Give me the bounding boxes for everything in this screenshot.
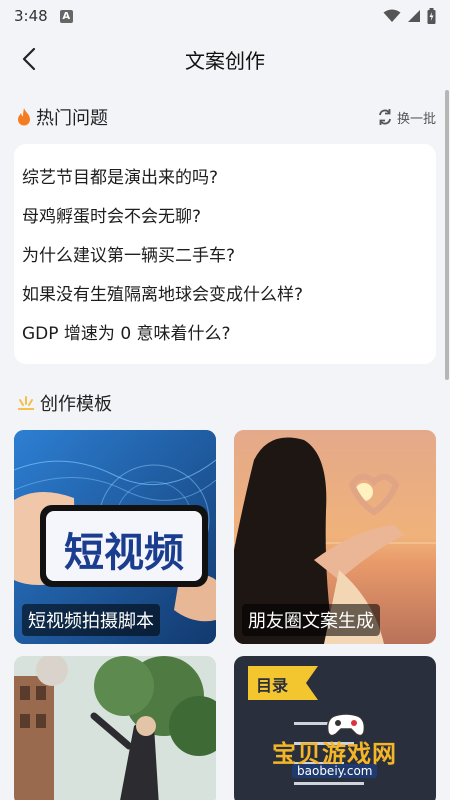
chevron-left-icon bbox=[22, 47, 36, 71]
outline-art-text: 目录 bbox=[256, 676, 289, 695]
battery-icon bbox=[427, 8, 436, 24]
watermark-sub: baobeiy.com bbox=[292, 764, 378, 778]
templates-title: 创作模板 bbox=[40, 394, 112, 415]
refresh-button[interactable]: 换一批 bbox=[377, 108, 436, 127]
wifi-icon bbox=[383, 9, 401, 22]
page-title: 文案创作 bbox=[185, 48, 265, 73]
question-item[interactable]: 为什么建议第一辆买二手车? bbox=[22, 234, 428, 273]
sparkle-icon bbox=[18, 396, 34, 410]
template-card-street[interactable] bbox=[14, 656, 216, 800]
status-bar: 3:48 A bbox=[0, 0, 450, 32]
short-video-art-text: 短视频 bbox=[64, 530, 184, 576]
templates-header: 创作模板 bbox=[16, 388, 436, 418]
signal-icon bbox=[408, 10, 420, 22]
question-item[interactable]: 综艺节目都是演出来的吗? bbox=[22, 156, 428, 195]
template-card-short-video[interactable]: 短视频 短视频拍摄脚本 bbox=[14, 430, 216, 644]
street-photo bbox=[14, 656, 216, 800]
template-label: 朋友圈文案生成 bbox=[242, 604, 380, 636]
notification-icon: A bbox=[59, 9, 73, 23]
question-item[interactable]: GDP 增速为 0 意味着什么? bbox=[22, 312, 428, 351]
status-time: 3:48 bbox=[14, 7, 48, 25]
template-card-moments[interactable]: 朋友圈文案生成 bbox=[234, 430, 436, 644]
template-label: 短视频拍摄脚本 bbox=[22, 604, 160, 636]
hot-questions-header: 热门问题 换一批 bbox=[16, 102, 436, 132]
back-button[interactable] bbox=[12, 42, 46, 76]
scrollbar[interactable] bbox=[445, 90, 449, 380]
refresh-icon bbox=[379, 109, 391, 125]
status-icons bbox=[383, 8, 436, 24]
watermark-logo: 宝贝游戏网 baobeiy.com bbox=[272, 713, 422, 782]
flame-icon bbox=[18, 108, 30, 126]
question-item[interactable]: 如果没有生殖隔离地球会变成什么样? bbox=[22, 273, 428, 312]
hot-questions-title: 热门问题 bbox=[36, 108, 108, 129]
refresh-label: 换一批 bbox=[396, 111, 436, 127]
hot-questions-card: 综艺节目都是演出来的吗? 母鸡孵蛋时会不会无聊? 为什么建议第一辆买二手车? 如… bbox=[14, 144, 436, 364]
question-item[interactable]: 母鸡孵蛋时会不会无聊? bbox=[22, 195, 428, 234]
nav-bar: 文案创作 bbox=[0, 32, 450, 86]
